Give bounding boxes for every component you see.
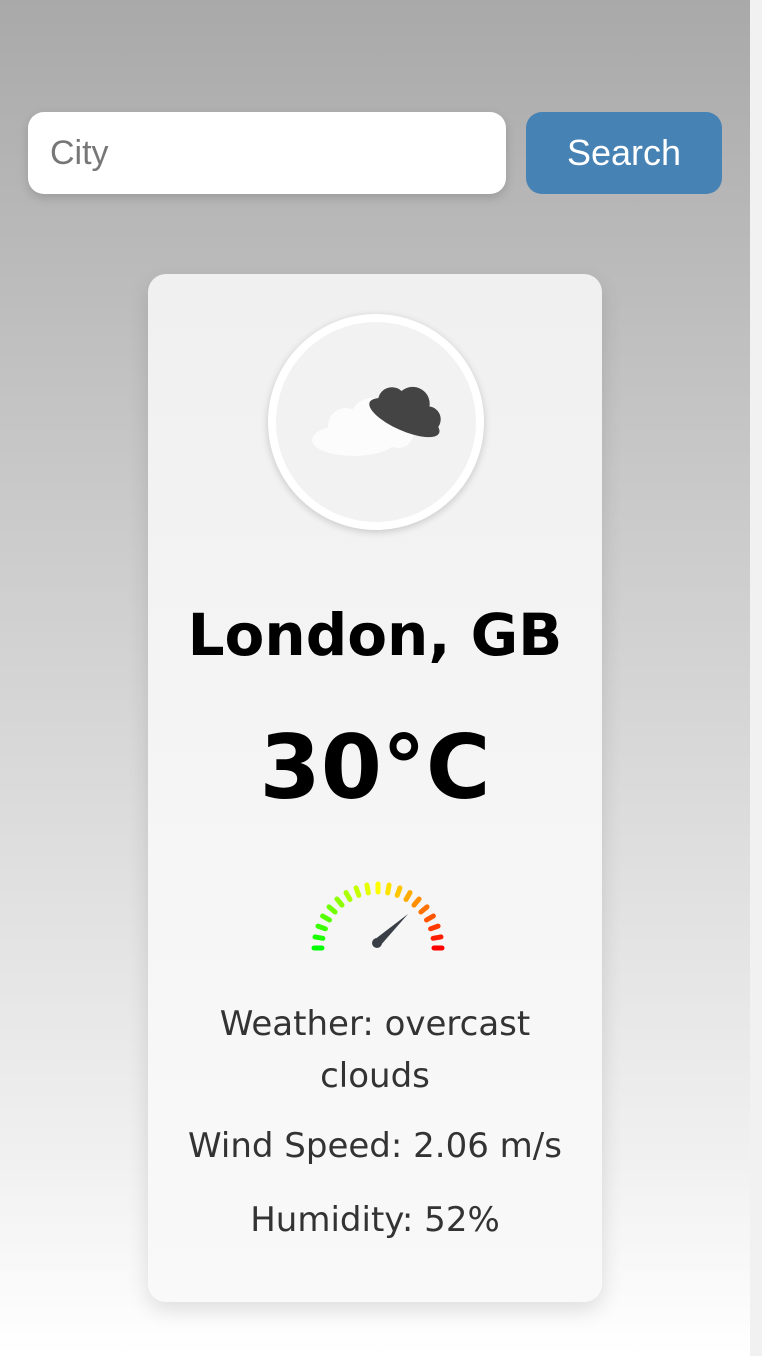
search-button[interactable]: Search [526,112,722,194]
weather-description: Weather: overcast clouds [219,1004,531,1096]
speedometer-icon [311,881,445,951]
scrollbar-track[interactable] [750,0,762,1356]
city-search-input[interactable] [28,112,506,194]
weather-icon-frame [268,314,484,530]
search-bar: Search [28,112,722,194]
humidity: Humidity: 52% [250,1200,500,1240]
wind-speed: Wind Speed: 2.06 m/s [188,1126,562,1166]
temperature-value: 30°C [259,716,491,819]
weather-card: London, GB 30°C Weather: overcast clouds… [148,274,602,1302]
overcast-clouds-icon [312,386,441,456]
location-title: London, GB [187,601,563,669]
